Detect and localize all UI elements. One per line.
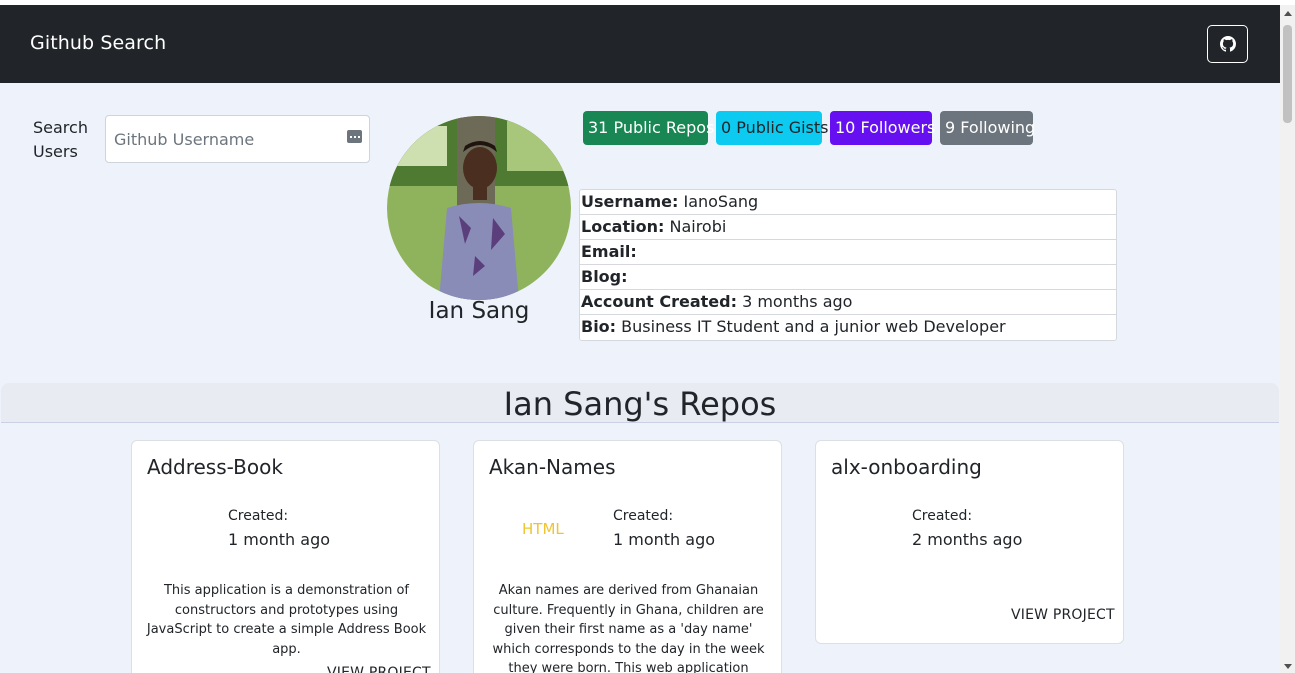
- public-repos-badge: 31 Public Repos: [583, 111, 714, 145]
- github-link-button[interactable]: [1207, 25, 1248, 63]
- more-options-icon[interactable]: [347, 130, 362, 143]
- following-badge: 9 Following: [940, 111, 1035, 145]
- view-project-link[interactable]: VIEW PROJECT: [327, 665, 431, 673]
- info-value: IanoSang: [683, 192, 759, 211]
- navbar: Github Search: [0, 5, 1280, 83]
- github-icon: [1219, 36, 1236, 52]
- info-label: Location:: [581, 217, 665, 236]
- repo-created-label: Created:: [912, 508, 973, 524]
- avatar-photo: [387, 116, 571, 300]
- info-row-blog: Blog:: [580, 265, 1116, 290]
- repo-created-value: 1 month ago: [613, 530, 716, 549]
- info-label: Email:: [581, 242, 637, 261]
- repo-created-label: Created:: [228, 508, 289, 524]
- info-row-email: Email:: [580, 240, 1116, 265]
- search-input[interactable]: [105, 115, 370, 163]
- repo-language: HTML: [522, 520, 564, 538]
- profile-info-list: Username: IanoSang Location: Nairobi Ema…: [579, 189, 1117, 341]
- repo-name: Address-Book: [147, 455, 283, 479]
- profile-name: Ian Sang: [428, 298, 530, 324]
- info-row-bio: Bio: Business IT Student and a junior we…: [580, 315, 1116, 340]
- repo-created-value: 1 month ago: [228, 530, 331, 549]
- public-gists-badge: 0 Public Gists: [716, 111, 829, 145]
- main-content: Search Users Ian Sang 31 Public Repos 0 …: [0, 83, 1280, 673]
- repos-section-title: Ian Sang's Repos: [503, 385, 777, 423]
- repo-description: Akan names are derived from Ghanaian cul…: [492, 583, 765, 673]
- info-label: Blog:: [581, 267, 628, 286]
- repo-card: Address-Book Created: 1 month ago This a…: [131, 440, 440, 673]
- repo-card: Akan-Names HTML Created: 1 month ago Aka…: [473, 440, 782, 673]
- view-project-link[interactable]: VIEW PROJECT: [1011, 607, 1115, 623]
- info-row-account-created: Account Created: 3 months ago: [580, 290, 1116, 315]
- repo-created-label: Created:: [613, 508, 674, 524]
- scrollbar-thumb[interactable]: [1283, 25, 1292, 123]
- repo-name: Akan-Names: [489, 455, 616, 479]
- repo-name: alx-onboarding: [831, 455, 982, 479]
- info-row-location: Location: Nairobi: [580, 215, 1116, 240]
- repo-description: This application is a demonstration of c…: [146, 583, 427, 657]
- info-value: Business IT Student and a junior web Dev…: [621, 317, 1006, 336]
- scroll-up-arrow-icon[interactable]: [1284, 11, 1292, 16]
- scroll-down-arrow-icon[interactable]: [1284, 664, 1292, 669]
- info-label: Username:: [581, 192, 679, 211]
- search-label: Search Users: [33, 118, 88, 161]
- page-scrollbar[interactable]: [1280, 5, 1295, 673]
- info-value: 3 months ago: [742, 292, 853, 311]
- repo-card: alx-onboarding Created: 2 months ago VIE…: [815, 440, 1124, 644]
- info-label: Account Created:: [581, 292, 737, 311]
- repo-created-value: 2 months ago: [912, 530, 1023, 549]
- avatar: [387, 116, 571, 300]
- navbar-brand[interactable]: Github Search: [30, 32, 166, 54]
- info-label: Bio:: [581, 317, 617, 336]
- followers-badge: 10 Followers: [830, 111, 935, 145]
- info-row-username: Username: IanoSang: [580, 190, 1116, 215]
- info-value: Nairobi: [669, 217, 727, 236]
